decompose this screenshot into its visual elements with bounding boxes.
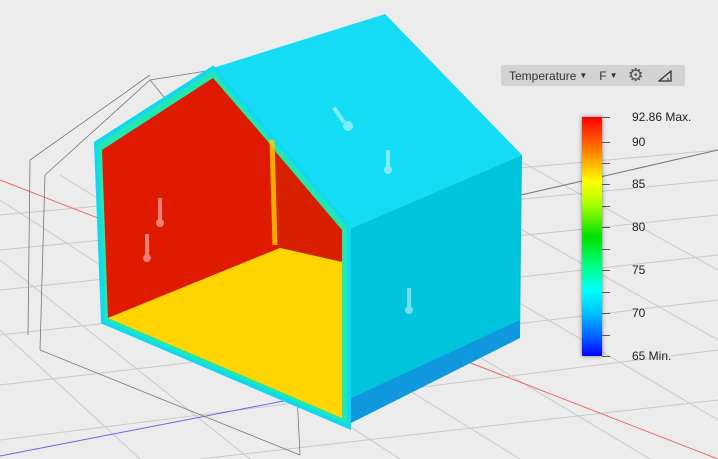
legend-tick (602, 227, 610, 229)
legend-tick (602, 141, 610, 143)
legend-tick-label: 80 (632, 220, 646, 235)
gear-icon[interactable]: ⚙ (628, 65, 644, 86)
legend-tick (602, 313, 610, 315)
legend-minor-tick (602, 291, 610, 293)
results-toolbar: Temperature ▼ F ▼ ⚙ (501, 65, 685, 86)
legend-tick (602, 117, 610, 118)
legend-minor-tick (602, 248, 610, 250)
triangle-ruler-icon[interactable] (657, 69, 672, 82)
interior-corner-highlight (269, 139, 278, 246)
legend-minor-tick (602, 162, 610, 164)
legend-tick (602, 270, 610, 272)
unit-dropdown[interactable]: F ▼ (599, 69, 617, 83)
legend-tick (602, 356, 610, 357)
legend-min-label: 65 Min. (632, 349, 672, 363)
color-scale-bar (582, 117, 602, 356)
legend-tick (602, 184, 610, 186)
legend-tick-label: 75 (632, 263, 646, 278)
unit-label: F (599, 68, 607, 83)
chevron-down-icon: ▼ (579, 71, 588, 80)
legend-tick-label: 90 (632, 134, 646, 149)
legend-max-label: 92.86 Max. (632, 110, 692, 124)
result-type-label: Temperature (509, 68, 577, 83)
result-type-dropdown[interactable]: Temperature ▼ (509, 69, 587, 83)
y-axis (0, 391, 331, 457)
legend-minor-tick (602, 205, 610, 207)
chevron-down-icon: ▼ (609, 71, 618, 80)
legend-tick-label: 85 (632, 177, 646, 192)
legend-tick-label: 70 (632, 306, 646, 321)
legend-minor-tick (602, 334, 610, 336)
